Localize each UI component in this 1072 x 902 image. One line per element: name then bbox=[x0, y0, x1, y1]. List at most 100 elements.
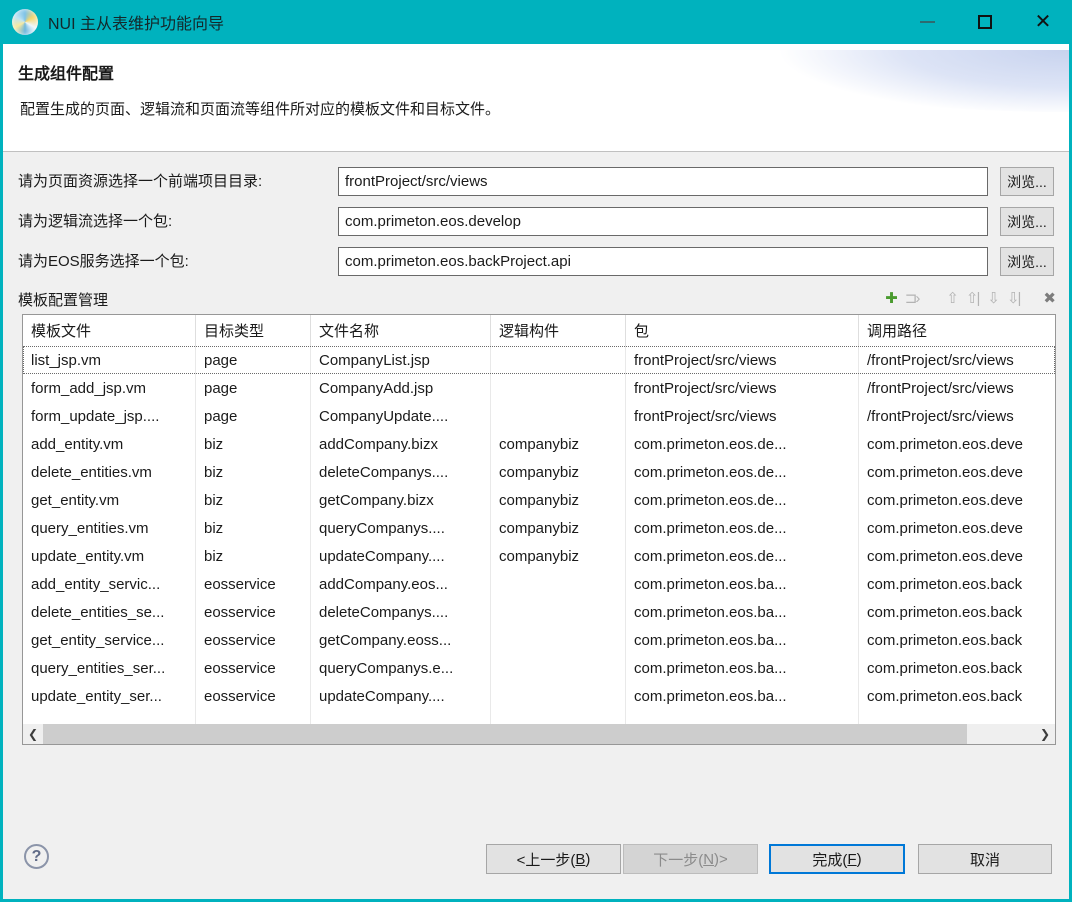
move-up-icon[interactable]: ⇧ bbox=[946, 289, 957, 309]
delete-icon[interactable]: ✖ bbox=[1043, 289, 1054, 309]
column-header[interactable]: 逻辑构件 bbox=[491, 315, 626, 346]
table-cell: CompanyAdd.jsp bbox=[311, 374, 491, 402]
table-cell: page bbox=[196, 346, 311, 374]
h-scrollbar-thumb[interactable] bbox=[43, 724, 967, 744]
column-header[interactable]: 文件名称 bbox=[311, 315, 491, 346]
table-cell: com.primeton.eos.de... bbox=[626, 486, 859, 514]
table-cell bbox=[491, 374, 626, 402]
table-cell: frontProject/src/views bbox=[626, 346, 859, 374]
table-cell: deleteCompanys.... bbox=[311, 598, 491, 626]
table-row[interactable]: add_entity.vmbizaddCompany.bizxcompanybi… bbox=[23, 430, 1055, 458]
title-bar: NUI 主从表维护功能向导 ✕ bbox=[0, 0, 1072, 44]
table-cell: com.primeton.eos.back bbox=[859, 654, 1055, 682]
finish-button-label: 完成( bbox=[812, 849, 847, 870]
move-down-icon[interactable]: ⇩ bbox=[987, 289, 998, 309]
add-icon[interactable]: ✚ bbox=[885, 289, 896, 309]
table-row[interactable]: delete_entities.vmbizdeleteCompanys....c… bbox=[23, 458, 1055, 486]
table-row[interactable]: update_entity.vmbizupdateCompany....comp… bbox=[23, 542, 1055, 570]
next-mnemonic: N bbox=[703, 851, 714, 868]
table-cell: companybiz bbox=[491, 430, 626, 458]
table-cell: queryCompanys.... bbox=[311, 514, 491, 542]
column-header[interactable]: 目标类型 bbox=[196, 315, 311, 346]
table-cell: biz bbox=[196, 514, 311, 542]
table-cell: com.primeton.eos.back bbox=[859, 598, 1055, 626]
table-toolbar: ✚ ⊐› ⇧ ⇧| ⇩ ⇩| ✖ bbox=[876, 289, 1054, 309]
table-cell: queryCompanys.e... bbox=[311, 654, 491, 682]
next-button[interactable]: 下一步(N)> bbox=[623, 844, 758, 874]
finish-button-label-post: ) bbox=[857, 851, 862, 868]
table-cell: com.primeton.eos.deve bbox=[859, 542, 1055, 570]
table-cell: com.primeton.eos.deve bbox=[859, 514, 1055, 542]
page-title: 生成组件配置 bbox=[18, 60, 114, 84]
back-button-label: <上一步( bbox=[517, 849, 576, 870]
browse-eos-service-button[interactable]: 浏览... bbox=[1000, 247, 1054, 276]
table-cell: com.primeton.eos.ba... bbox=[626, 598, 859, 626]
maximize-button[interactable] bbox=[956, 0, 1014, 44]
table-cell bbox=[491, 402, 626, 430]
table-cell: /frontProject/src/views bbox=[859, 374, 1055, 402]
table-cell: updateCompany.... bbox=[311, 682, 491, 710]
browse-front-project-button[interactable]: 浏览... bbox=[1000, 167, 1054, 196]
table-cell: query_entities.vm bbox=[23, 514, 196, 542]
cancel-button[interactable]: 取消 bbox=[918, 844, 1052, 874]
table-cell: com.primeton.eos.ba... bbox=[626, 682, 859, 710]
back-mnemonic: B bbox=[575, 851, 585, 868]
table-cell: updateCompany.... bbox=[311, 542, 491, 570]
table-header: 模板文件目标类型文件名称逻辑构件包调用路径 bbox=[23, 315, 1055, 346]
table-row[interactable]: form_add_jsp.vmpageCompanyAdd.jspfrontPr… bbox=[23, 374, 1055, 402]
front-project-dir-input[interactable] bbox=[338, 167, 988, 196]
maximize-icon bbox=[978, 15, 992, 29]
table-cell: form_add_jsp.vm bbox=[23, 374, 196, 402]
scroll-left-icon[interactable]: ❮ bbox=[23, 724, 43, 744]
horizontal-scrollbar[interactable]: ❮ ❯ bbox=[23, 724, 1055, 744]
table-cell: form_update_jsp.... bbox=[23, 402, 196, 430]
column-header[interactable]: 调用路径 bbox=[859, 315, 1055, 346]
table-cell: add_entity.vm bbox=[23, 430, 196, 458]
table-cell: addCompany.bizx bbox=[311, 430, 491, 458]
banner-decoration bbox=[724, 50, 1069, 112]
table-cell: companybiz bbox=[491, 458, 626, 486]
table-cell bbox=[491, 598, 626, 626]
table-row[interactable]: query_entities.vmbizqueryCompanys....com… bbox=[23, 514, 1055, 542]
close-button[interactable]: ✕ bbox=[1014, 0, 1072, 44]
eos-service-package-label: 请为EOS服务选择一个包: bbox=[18, 247, 189, 276]
browse-logic-flow-button[interactable]: 浏览... bbox=[1000, 207, 1054, 236]
back-button[interactable]: <上一步(B) bbox=[486, 844, 621, 874]
table-cell: addCompany.eos... bbox=[311, 570, 491, 598]
table-row[interactable]: get_entity.vmbizgetCompany.bizxcompanybi… bbox=[23, 486, 1055, 514]
help-button[interactable]: ? bbox=[24, 844, 49, 869]
table-cell: com.primeton.eos.back bbox=[859, 682, 1055, 710]
table-cell: delete_entities.vm bbox=[23, 458, 196, 486]
table-cell: com.primeton.eos.de... bbox=[626, 514, 859, 542]
finish-button[interactable]: 完成(F) bbox=[769, 844, 905, 874]
insert-template-icon[interactable]: ⊐› bbox=[905, 289, 919, 309]
table-cell: eosservice bbox=[196, 570, 311, 598]
table-row[interactable]: list_jsp.vmpageCompanyList.jspfrontProje… bbox=[23, 346, 1055, 374]
table-cell: page bbox=[196, 402, 311, 430]
table-row[interactable]: query_entities_ser...eosservicequeryComp… bbox=[23, 654, 1055, 682]
table-row[interactable]: update_entity_ser...eosserviceupdateComp… bbox=[23, 682, 1055, 710]
table-row[interactable]: delete_entities_se...eosservicedeleteCom… bbox=[23, 598, 1055, 626]
table-cell: companybiz bbox=[491, 514, 626, 542]
move-to-bottom-icon[interactable]: ⇩| bbox=[1007, 289, 1019, 309]
move-to-top-icon[interactable]: ⇧| bbox=[966, 289, 978, 309]
minimize-button[interactable] bbox=[898, 0, 956, 44]
table-cell bbox=[491, 570, 626, 598]
table-cell: biz bbox=[196, 542, 311, 570]
table-row[interactable]: get_entity_service...eosservicegetCompan… bbox=[23, 626, 1055, 654]
table-cell: companybiz bbox=[491, 542, 626, 570]
table-cell: getCompany.eoss... bbox=[311, 626, 491, 654]
column-header[interactable]: 包 bbox=[626, 315, 859, 346]
eos-service-package-input[interactable] bbox=[338, 247, 988, 276]
logic-flow-package-input[interactable] bbox=[338, 207, 988, 236]
table-filler-cell bbox=[196, 710, 311, 724]
scroll-right-icon[interactable]: ❯ bbox=[1035, 724, 1055, 744]
table-row[interactable]: add_entity_servic...eosserviceaddCompany… bbox=[23, 570, 1055, 598]
table-cell: page bbox=[196, 374, 311, 402]
table-cell: com.primeton.eos.de... bbox=[626, 542, 859, 570]
table-row[interactable]: form_update_jsp....pageCompanyUpdate....… bbox=[23, 402, 1055, 430]
column-header[interactable]: 模板文件 bbox=[23, 315, 196, 346]
table-filler-cell bbox=[859, 710, 1055, 724]
table-cell: frontProject/src/views bbox=[626, 402, 859, 430]
table-cell: get_entity_service... bbox=[23, 626, 196, 654]
